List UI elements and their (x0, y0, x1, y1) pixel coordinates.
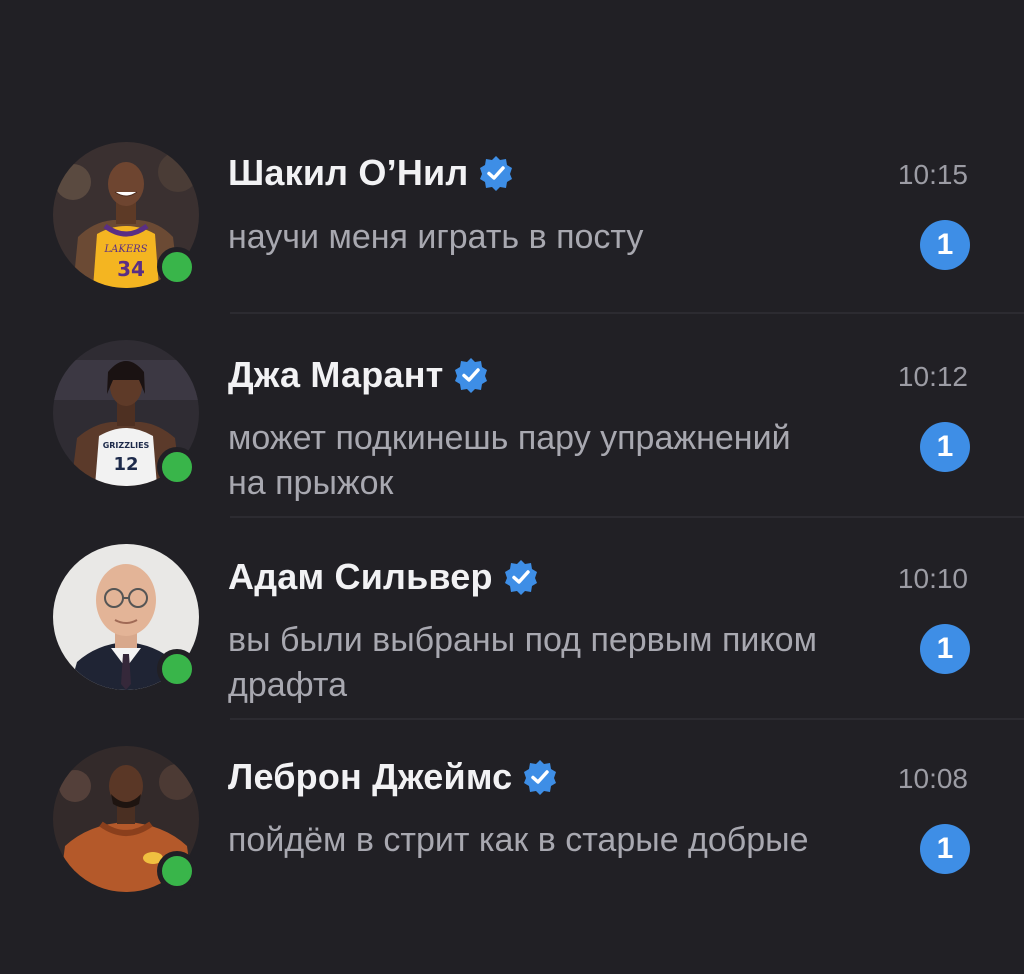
unread-badge: 1 (920, 624, 970, 674)
chat-title: Джа Марант (228, 354, 489, 396)
online-indicator (157, 649, 197, 689)
chat-preview: вы были выбраны под первым пиком драфта (228, 621, 817, 704)
chat-title: Шакил О’Нил (228, 152, 514, 194)
online-indicator (157, 247, 197, 287)
chat-title: Адам Сильвер (228, 556, 539, 598)
chat-name: Джа Марант (228, 354, 444, 395)
chat-preview: пойдём в стрит как в старые добрые (228, 821, 809, 859)
verified-icon (504, 560, 537, 595)
online-indicator (157, 447, 197, 487)
verified-icon (524, 760, 557, 795)
svg-text:GRIZZLIES: GRIZZLIES (103, 441, 150, 450)
chat-name: Адам Сильвер (228, 556, 493, 597)
chat-time: 10:15 (897, 159, 968, 190)
chat-preview: может подкинешь пару упражнений на прыжо… (228, 419, 791, 502)
chat-row-ja-morant[interactable]: GRIZZLIES 12 Джа Марант 10:12 может подк… (0, 316, 1024, 518)
chat-row-adam-silver[interactable]: Адам Сильвер 10:10 вы были выбраны под п… (0, 518, 1024, 720)
chat-time: 10:08 (897, 763, 968, 794)
verified-icon (455, 358, 488, 393)
verified-icon (480, 156, 513, 191)
chat-row-lebron[interactable]: Леброн Джеймс 10:08 пойдём в стрит как в… (0, 720, 1024, 922)
online-indicator (157, 851, 197, 891)
svg-text:LAKERS: LAKERS (103, 244, 147, 255)
unread-badge: 1 (920, 824, 970, 874)
chat-time: 10:10 (897, 563, 968, 594)
unread-badge: 1 (920, 220, 970, 270)
chat-preview: научи меня играть в посту (228, 218, 644, 256)
chat-list: LAKERS 34 Шакил О’Нил 10:15 научи меня и… (0, 0, 1024, 974)
chat-title: Леброн Джеймс (228, 756, 558, 798)
svg-text:12: 12 (113, 454, 138, 475)
chat-time: 10:12 (897, 361, 968, 392)
unread-badge: 1 (920, 422, 970, 472)
chat-name: Шакил О’Нил (228, 152, 469, 193)
chat-name: Леброн Джеймс (228, 756, 513, 797)
svg-text:34: 34 (117, 257, 145, 281)
chat-row-shaquille[interactable]: LAKERS 34 Шакил О’Нил 10:15 научи меня и… (0, 112, 1024, 314)
divider (230, 312, 1024, 314)
